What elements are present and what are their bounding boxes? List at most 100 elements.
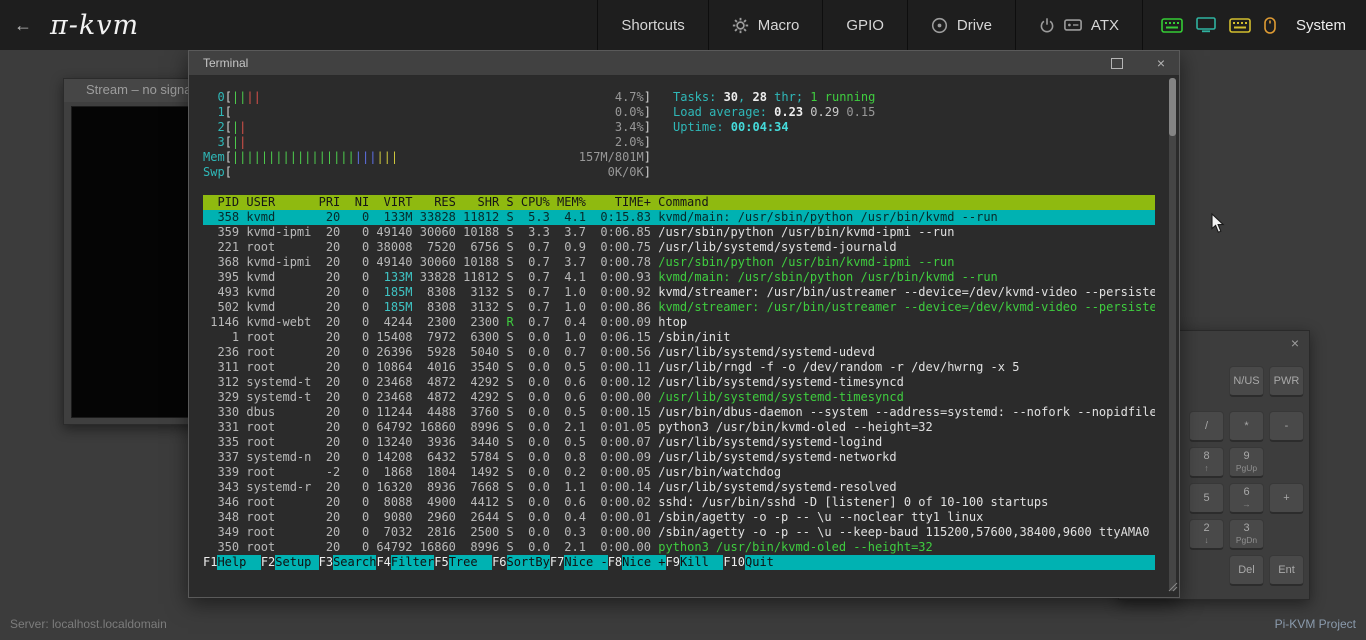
- gpio-label: GPIO: [846, 17, 884, 34]
- numpad-key-9[interactable]: 9PgUp: [1229, 447, 1264, 478]
- process-row-pid-311[interactable]: 311 root 20 0 10864 4016 3540 S 0.0 0.5 …: [203, 360, 1155, 375]
- numpad-key-ent[interactable]: Ent: [1269, 555, 1304, 586]
- resize-grip[interactable]: [1166, 580, 1178, 596]
- fkey-f9[interactable]: F9: [666, 555, 680, 570]
- scrollbar-thumb[interactable]: [1169, 78, 1176, 136]
- system-label: System: [1296, 17, 1346, 34]
- fkey-label-f1[interactable]: Help: [217, 555, 260, 570]
- nav-item-shortcuts[interactable]: Shortcuts: [597, 0, 707, 50]
- process-row-pid-1[interactable]: 1 root 20 0 15408 7972 6300 S 0.0 1.0 0:…: [203, 330, 1155, 345]
- process-row-pid-502[interactable]: 502 kvmd 20 0 185M 8308 3132 S 0.7 1.0 0…: [203, 300, 1155, 315]
- summary-line: Uptime: 00:04:34: [673, 120, 875, 135]
- numpad-key-[interactable]: +: [1269, 483, 1304, 514]
- process-row-pid-329[interactable]: 329 systemd-t 20 0 23468 4872 4292 S 0.0…: [203, 390, 1155, 405]
- nav-item-drive[interactable]: Drive: [907, 0, 1015, 50]
- fkey-label-f7[interactable]: Nice -: [564, 555, 607, 570]
- fkey-label-f5[interactable]: Tree: [449, 555, 492, 570]
- nav-spacer: [165, 0, 597, 50]
- status-icons: [1142, 0, 1290, 50]
- stream-window-title: Stream – no signal: [86, 82, 194, 97]
- terminal-content[interactable]: 0[|||| 4.7%] 1[ 0.0%] 2[|| 3.4%] 3[||: [189, 76, 1179, 597]
- htop-summary: Tasks: 30, 28 thr; 1 runningLoad average…: [673, 90, 875, 135]
- summary-line: Load average: 0.23 0.29 0.15: [673, 105, 875, 120]
- back-arrow-icon: ←: [14, 15, 32, 36]
- htop-meters: 0[|||| 4.7%] 1[ 0.0%] 2[|| 3.4%] 3[||: [203, 90, 1155, 180]
- process-row-pid-1146[interactable]: 1146 kvmd-webt 20 0 4244 2300 2300 R 0.7…: [203, 315, 1155, 330]
- close-button[interactable]: ×: [1157, 55, 1165, 71]
- process-row-pid-337[interactable]: 337 systemd-n 20 0 14208 6432 5784 S 0.0…: [203, 450, 1155, 465]
- fkey-f1[interactable]: F1: [203, 555, 217, 570]
- process-row-pid-221[interactable]: 221 root 20 0 38008 7520 6756 S 0.7 0.9 …: [203, 240, 1155, 255]
- fkey-f8[interactable]: F8: [608, 555, 622, 570]
- htop-function-bar[interactable]: F1Help F2Setup F3SearchF4FilterF5Tree F6…: [203, 555, 1155, 570]
- mouse-status-icon: [1264, 17, 1276, 34]
- process-row-pid-335[interactable]: 335 root 20 0 13240 3936 3440 S 0.0 0.5 …: [203, 435, 1155, 450]
- meter-swp: Swp[ 0K/0K]: [203, 165, 1155, 180]
- numpad-key-2[interactable]: 2↓: [1189, 519, 1224, 550]
- process-row-pid-343[interactable]: 343 systemd-r 20 0 16320 8936 7668 S 0.0…: [203, 480, 1155, 495]
- fkey-label-f10[interactable]: Quit: [745, 555, 788, 570]
- drive-label: Drive: [957, 17, 992, 34]
- process-row-pid-359[interactable]: 359 kvmd-ipmi 20 0 49140 30060 10188 S 3…: [203, 225, 1155, 240]
- numpad-key-6[interactable]: 6→: [1229, 483, 1264, 514]
- nav-item-atx[interactable]: ATX: [1015, 0, 1142, 50]
- keypad-status-icon: [1229, 18, 1251, 33]
- terminal-title: Terminal: [203, 56, 1111, 70]
- process-row-pid-358[interactable]: 358 kvmd 20 0 133M 33828 11812 S 5.3 4.1…: [203, 210, 1155, 225]
- numpad-key-del[interactable]: Del: [1229, 555, 1264, 586]
- fkey-f7[interactable]: F7: [550, 555, 564, 570]
- fkey-f6[interactable]: F6: [492, 555, 506, 570]
- numpad-key-[interactable]: *: [1229, 411, 1264, 442]
- process-row-pid-349[interactable]: 349 root 20 0 7032 2816 2500 S 0.0 0.3 0…: [203, 525, 1155, 540]
- display-status-icon: [1196, 17, 1216, 33]
- fkey-label-f9[interactable]: Kill: [680, 555, 723, 570]
- numpad-close-button[interactable]: ×: [1291, 335, 1299, 351]
- back-button[interactable]: ←: [0, 0, 46, 50]
- power-icon: [1039, 17, 1055, 34]
- numpad-key-8[interactable]: 8↑: [1189, 447, 1224, 478]
- terminal-window: Terminal × 0[|||| 4.7%] 1[ 0.0%] 2[||: [188, 50, 1180, 598]
- psu-icon: [1064, 18, 1082, 32]
- fkey-f4[interactable]: F4: [376, 555, 390, 570]
- process-row-pid-312[interactable]: 312 systemd-t 20 0 23468 4872 4292 S 0.0…: [203, 375, 1155, 390]
- process-row-pid-350[interactable]: 350 root 20 0 64792 16860 8996 S 0.0 2.1…: [203, 540, 1155, 555]
- terminal-titlebar[interactable]: Terminal ×: [189, 51, 1179, 76]
- process-row-pid-346[interactable]: 346 root 20 0 8088 4900 4412 S 0.0 0.6 0…: [203, 495, 1155, 510]
- numpad-key-[interactable]: -: [1269, 411, 1304, 442]
- fkey-f2[interactable]: F2: [261, 555, 275, 570]
- fkey-f3[interactable]: F3: [319, 555, 333, 570]
- fkey-label-f2[interactable]: Setup: [275, 555, 318, 570]
- meter-3: 3[|| 2.0%]: [203, 135, 1155, 150]
- process-row-pid-493[interactable]: 493 kvmd 20 0 185M 8308 3132 S 0.7 1.0 0…: [203, 285, 1155, 300]
- numpad-key-[interactable]: /: [1189, 411, 1224, 442]
- macro-label: Macro: [758, 17, 800, 34]
- process-row-pid-236[interactable]: 236 root 20 0 26396 5928 5040 S 0.0 0.7 …: [203, 345, 1155, 360]
- fkey-label-f3[interactable]: Search: [333, 555, 376, 570]
- fkey-label-f8[interactable]: Nice +: [622, 555, 665, 570]
- process-table: 358 kvmd 20 0 133M 33828 11812 S 5.3 4.1…: [203, 210, 1155, 555]
- fkey-label-f4[interactable]: Filter: [391, 555, 434, 570]
- process-table-header[interactable]: PID USER PRI NI VIRT RES SHR S CPU% MEM%…: [203, 195, 1155, 210]
- disc-icon: [931, 17, 948, 34]
- fkey-label-f6[interactable]: SortBy: [507, 555, 550, 570]
- fkey-f5[interactable]: F5: [434, 555, 448, 570]
- process-row-pid-339[interactable]: 339 root -2 0 1868 1804 1492 S 0.0 0.2 0…: [203, 465, 1155, 480]
- numpad-key-nus[interactable]: N/US: [1229, 366, 1264, 397]
- process-row-pid-330[interactable]: 330 dbus 20 0 11244 4488 3760 S 0.0 0.5 …: [203, 405, 1155, 420]
- nav-item-macro[interactable]: Macro: [708, 0, 823, 50]
- nav-item-gpio[interactable]: GPIO: [822, 0, 907, 50]
- pikvm-project-link[interactable]: Pi-KVM Project: [1275, 617, 1356, 631]
- process-row-pid-395[interactable]: 395 kvmd 20 0 133M 33828 11812 S 0.7 4.1…: [203, 270, 1155, 285]
- maximize-button[interactable]: [1111, 58, 1123, 69]
- numpad-key-5[interactable]: 5: [1189, 483, 1224, 514]
- fbar-fill: [788, 555, 1155, 570]
- process-row-pid-368[interactable]: 368 kvmd-ipmi 20 0 49140 30060 10188 S 0…: [203, 255, 1155, 270]
- terminal-scrollbar[interactable]: [1169, 78, 1176, 591]
- fkey-f10[interactable]: F10: [723, 555, 745, 570]
- nav-item-system[interactable]: System: [1290, 0, 1366, 50]
- gear-icon: [732, 17, 749, 34]
- process-row-pid-348[interactable]: 348 root 20 0 9080 2960 2644 S 0.0 0.4 0…: [203, 510, 1155, 525]
- numpad-key-pwr[interactable]: PWR: [1269, 366, 1304, 397]
- process-row-pid-331[interactable]: 331 root 20 0 64792 16860 8996 S 0.0 2.1…: [203, 420, 1155, 435]
- numpad-key-3[interactable]: 3PgDn: [1229, 519, 1264, 550]
